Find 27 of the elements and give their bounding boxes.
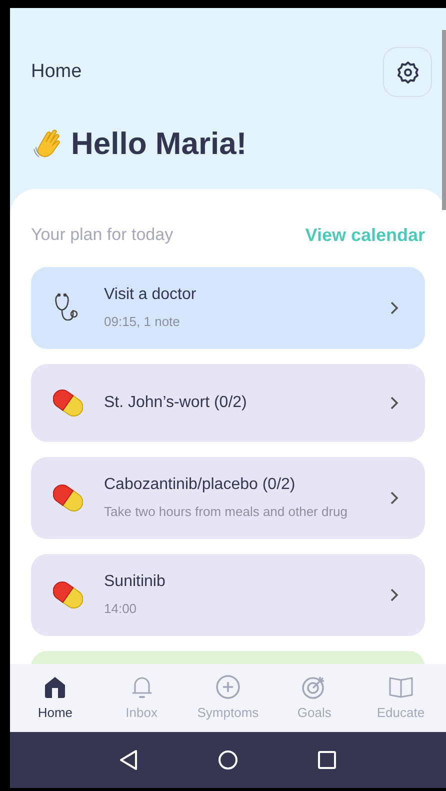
plan-card[interactable]: Cabozantinib/placebo (0/2) Take two hours from meals and other drug (31, 456, 425, 538)
greeting-heading: Hello Maria! (71, 125, 247, 163)
recent-apps-icon[interactable] (316, 749, 338, 771)
chevron-icon (390, 490, 399, 504)
page-title: Home (31, 60, 82, 84)
home-icon[interactable] (216, 749, 239, 771)
pill-icon (53, 388, 83, 418)
card-subtitle: Take two hours from meals and other drug (104, 502, 349, 521)
plan-card[interactable]: St. John’s-wort (0/2) (31, 364, 425, 442)
card-title: Sunitinib (104, 572, 166, 592)
chevron-icon (390, 300, 399, 314)
settings-icon (396, 60, 420, 84)
plus-circle-icon (214, 674, 241, 700)
pill-icon (53, 580, 83, 610)
plan-card[interactable]: Sunitinib 14:00 (31, 554, 425, 636)
card-title: Cabozantinib/placebo (0/2) (104, 474, 296, 494)
pill-icon (53, 482, 83, 512)
chevron-icon (390, 588, 399, 602)
card-subtitle: 14:00 (104, 600, 138, 618)
plan-card[interactable]: Visit a doctor 09:15, 1 note (31, 266, 425, 348)
card-subtitle: 09:15, 1 note (104, 312, 181, 330)
settings-button[interactable] (383, 47, 432, 97)
card-title: St. John’s-wort (0/2) (104, 392, 248, 412)
section-heading: Your plan for today (31, 224, 174, 246)
tab[interactable]: Home (15, 674, 96, 722)
card-title: Visit a doctor (104, 284, 198, 304)
chevron-icon (390, 396, 399, 410)
